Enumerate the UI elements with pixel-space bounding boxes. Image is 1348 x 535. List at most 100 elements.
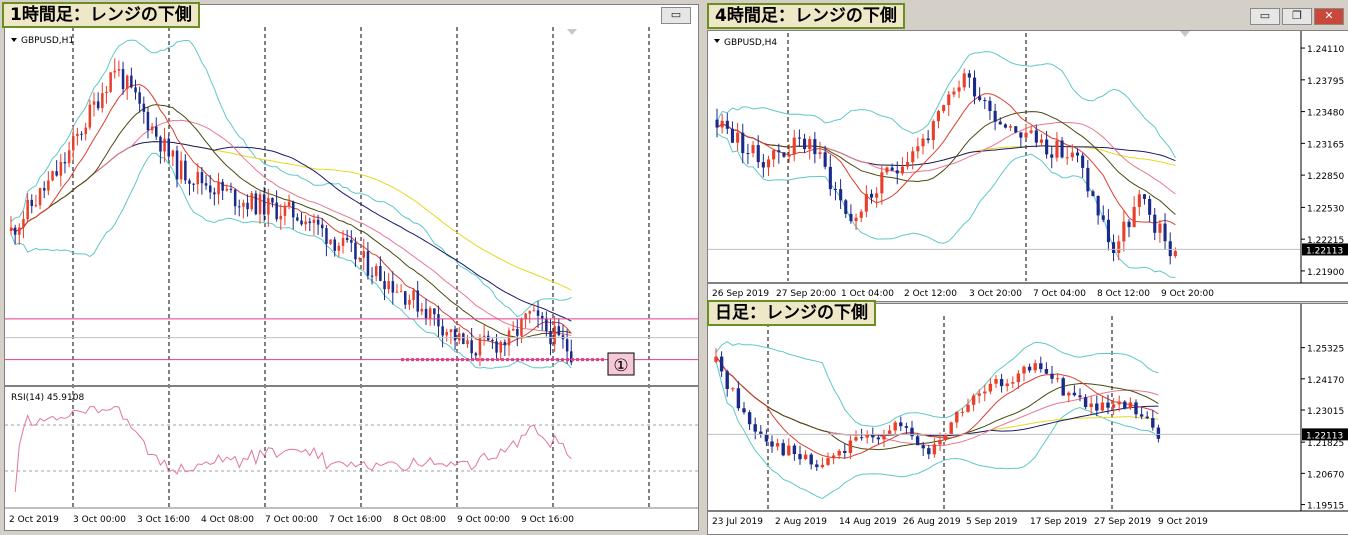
h4-y-tick-label: 1.22530 xyxy=(1307,204,1344,214)
moving-average-line xyxy=(10,119,572,336)
candle-body xyxy=(167,138,170,157)
candle-body xyxy=(1153,214,1157,233)
candle-body xyxy=(910,427,914,437)
candle-body xyxy=(932,444,937,455)
candle-body xyxy=(952,91,956,95)
candle-body xyxy=(803,138,807,150)
candle-body xyxy=(1067,392,1071,396)
candle-body xyxy=(1022,366,1026,374)
candle-body xyxy=(221,181,224,191)
d1-x-tick-label: 5 Sep 2019 xyxy=(966,517,1018,527)
candle-body xyxy=(1044,369,1049,374)
candle-body xyxy=(1128,402,1133,409)
candle-body xyxy=(1065,157,1069,159)
candle-body xyxy=(34,205,38,207)
candle-body xyxy=(524,313,527,319)
candle-body xyxy=(449,329,453,332)
candle-body xyxy=(1055,378,1060,380)
candle-body xyxy=(283,205,287,216)
candle-body xyxy=(714,356,718,362)
candle-body xyxy=(545,318,548,331)
candle-body xyxy=(304,221,307,225)
candle-body xyxy=(275,202,278,220)
candle-body xyxy=(88,104,92,128)
window-splitter[interactable] xyxy=(699,0,705,535)
d1-x-tick-label: 17 Sep 2019 xyxy=(1030,517,1087,527)
candle-body xyxy=(1096,196,1100,216)
candle-body xyxy=(292,201,295,218)
candle-body xyxy=(462,333,465,344)
candle-body xyxy=(983,100,987,101)
d1-y-tick-label: 1.25325 xyxy=(1307,345,1344,355)
candle-body xyxy=(1070,152,1074,158)
moving-average-line xyxy=(716,111,1176,215)
candle-body xyxy=(809,454,813,465)
d1-title-badge: 日足：レンジの下側 xyxy=(707,300,876,326)
candle-body xyxy=(943,434,948,440)
h1-x-tick-label: 8 Oct 08:00 xyxy=(393,515,446,525)
h4-minimize-button[interactable]: ▭ xyxy=(1250,8,1280,25)
candle-body xyxy=(503,342,507,346)
candle-body xyxy=(1039,139,1043,143)
candle-body xyxy=(931,121,935,140)
candle-body xyxy=(890,167,894,171)
candle-body xyxy=(777,150,781,153)
candle-body xyxy=(885,167,889,173)
candle-body xyxy=(399,291,403,293)
candle-body xyxy=(134,87,137,93)
candle-body xyxy=(741,132,745,154)
candle-body xyxy=(798,454,802,460)
candle-body xyxy=(391,281,395,293)
candle-body xyxy=(876,437,881,440)
candle-body xyxy=(813,139,817,155)
candle-body xyxy=(126,75,129,89)
candle-body xyxy=(1163,223,1167,242)
candle-body xyxy=(395,291,399,293)
candle-body xyxy=(1027,366,1032,371)
candle-body xyxy=(9,227,13,231)
h4-x-tick-label: 2 Oct 12:00 xyxy=(904,289,957,299)
candle-body xyxy=(895,170,899,174)
candle-body xyxy=(1039,363,1043,370)
candle-body xyxy=(43,188,46,191)
candle-body xyxy=(557,326,561,336)
h1-chart-svg: ① GBPUSD,H1 RSI(14) 45.9108 2 Oct 2019 3 Oct… xyxy=(5,27,698,525)
candle-body xyxy=(59,162,63,176)
candle-body xyxy=(880,172,884,194)
h1-minimize-button[interactable]: ▭ xyxy=(661,7,691,24)
candle-body xyxy=(495,341,498,353)
candle-body xyxy=(13,227,17,235)
candle-body xyxy=(725,120,729,129)
candle-body xyxy=(843,450,847,453)
candle-body xyxy=(893,422,897,431)
moving-average-line xyxy=(715,356,1159,459)
candle-body xyxy=(904,426,909,428)
candle-body xyxy=(155,126,158,137)
bollinger-lower-band xyxy=(716,133,1176,278)
candle-body xyxy=(865,434,869,438)
candle-body xyxy=(491,340,494,342)
bollinger-lower-band xyxy=(715,360,1159,500)
dropdown-triangle-icon xyxy=(714,39,720,43)
candle-body xyxy=(441,326,444,336)
candle-body xyxy=(470,340,473,354)
candle-body xyxy=(387,281,390,290)
h4-restore-button[interactable]: ❐ xyxy=(1282,8,1312,25)
candle-body xyxy=(988,100,992,111)
candle-body xyxy=(792,445,797,454)
candle-body xyxy=(977,393,981,396)
candle-body xyxy=(258,194,262,215)
candle-body xyxy=(171,150,175,157)
candle-body xyxy=(47,180,50,191)
candle-body xyxy=(138,92,141,104)
rsi-line xyxy=(14,405,572,493)
candle-body xyxy=(1151,418,1155,428)
candle-body xyxy=(51,171,54,181)
candle-body xyxy=(767,159,771,168)
candle-body xyxy=(916,146,920,152)
candle-body xyxy=(416,290,419,312)
h1-x-tick-label: 3 Oct 16:00 xyxy=(137,515,190,525)
candle-body xyxy=(736,388,741,409)
candle-body xyxy=(983,391,987,394)
h4-close-button[interactable]: ✕ xyxy=(1314,8,1344,25)
